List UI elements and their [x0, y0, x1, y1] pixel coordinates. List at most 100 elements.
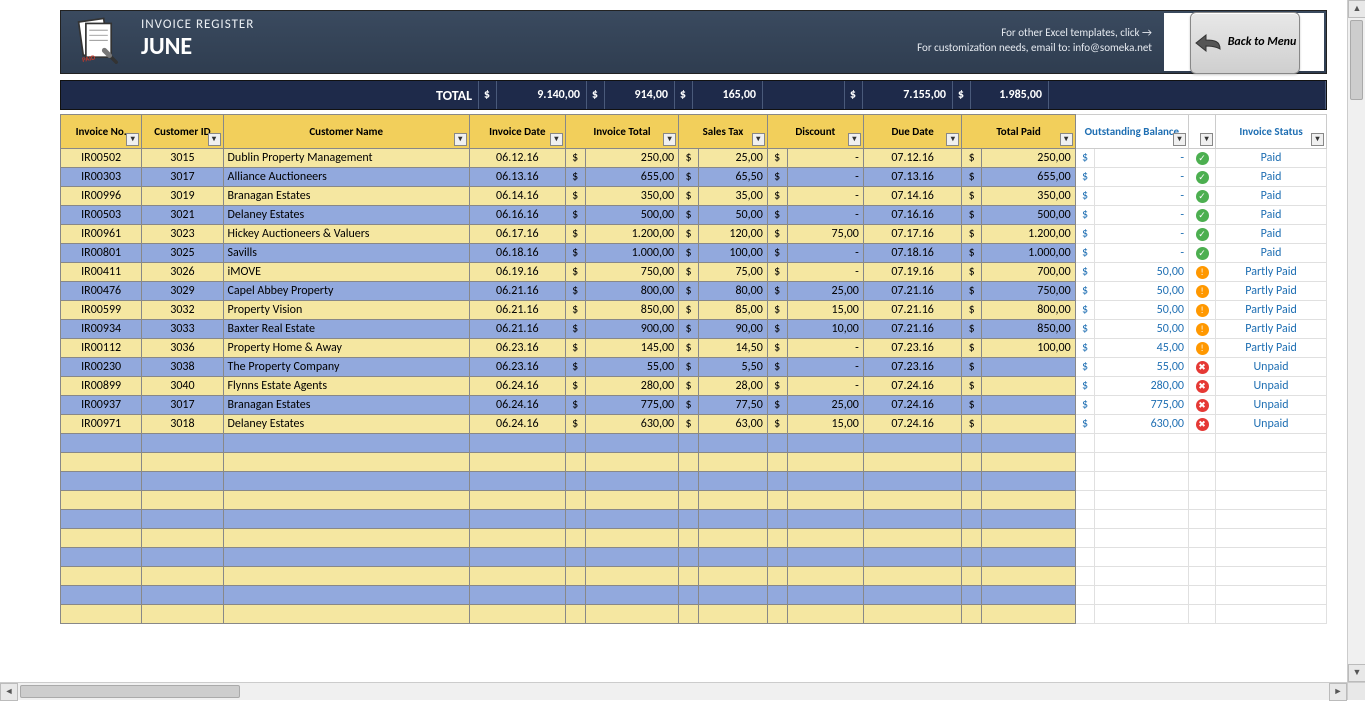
cell-customer-id[interactable]: 3019 — [142, 187, 223, 206]
cell-invoice-total[interactable]: 750,00 — [585, 263, 679, 282]
cell-total-paid[interactable]: 850,00 — [982, 320, 1076, 339]
cell-invoice-total[interactable]: 350,00 — [585, 187, 679, 206]
cell-due-date[interactable]: 07.13.16 — [863, 168, 962, 187]
cell-customer-name[interactable]: Baxter Real Estate — [223, 320, 469, 339]
cell-invoice-date[interactable]: 06.21.16 — [469, 320, 565, 339]
cell-invoice-date[interactable]: 06.18.16 — [469, 244, 565, 263]
cell-outstanding[interactable]: - — [1095, 149, 1189, 168]
cell-sales-tax[interactable]: 90,00 — [698, 320, 767, 339]
cell-customer-name[interactable]: Savills — [223, 244, 469, 263]
cell-invoice-no[interactable]: IR00996 — [61, 187, 142, 206]
col-customer-name[interactable]: Customer Name▾ — [223, 115, 469, 149]
cell-customer-name[interactable]: Branagan Estates — [223, 396, 469, 415]
table-row-empty[interactable] — [61, 586, 1327, 605]
filter-button[interactable]: ▾ — [208, 133, 221, 146]
cell-total-paid[interactable]: 100,00 — [982, 339, 1076, 358]
filter-button[interactable]: ▾ — [1173, 133, 1186, 146]
col-invoice-no[interactable]: Invoice No.▾ — [61, 115, 142, 149]
filter-button[interactable]: ▾ — [946, 133, 959, 146]
cell-outstanding[interactable]: - — [1095, 206, 1189, 225]
table-row[interactable]: IR002303038The Property Company06.23.16$… — [61, 358, 1327, 377]
cell-customer-id[interactable]: 3033 — [142, 320, 223, 339]
cell-discount[interactable]: - — [787, 206, 863, 225]
table-row-empty[interactable] — [61, 434, 1327, 453]
cell-sales-tax[interactable]: 85,00 — [698, 301, 767, 320]
cell-status[interactable]: Unpaid — [1216, 358, 1327, 377]
col-invoice-total[interactable]: Invoice Total▾ — [565, 115, 678, 149]
cell-due-date[interactable]: 07.12.16 — [863, 149, 962, 168]
cell-status[interactable]: Unpaid — [1216, 377, 1327, 396]
cell-customer-name[interactable]: Branagan Estates — [223, 187, 469, 206]
table-row[interactable]: IR008013025Savills06.18.16$1.000,00$100,… — [61, 244, 1327, 263]
cell-due-date[interactable]: 07.24.16 — [863, 377, 962, 396]
cell-due-date[interactable]: 07.19.16 — [863, 263, 962, 282]
cell-invoice-date[interactable]: 06.19.16 — [469, 263, 565, 282]
cell-status[interactable]: Paid — [1216, 187, 1327, 206]
col-total-paid[interactable]: Total Paid▾ — [962, 115, 1075, 149]
cell-customer-id[interactable]: 3029 — [142, 282, 223, 301]
table-row[interactable]: IR005023015Dublin Property Management06.… — [61, 149, 1327, 168]
scroll-thumb[interactable] — [20, 685, 240, 698]
cell-due-date[interactable]: 07.24.16 — [863, 415, 962, 434]
cell-invoice-date[interactable]: 06.24.16 — [469, 377, 565, 396]
table-row-empty[interactable] — [61, 510, 1327, 529]
filter-button[interactable]: ▾ — [1060, 133, 1073, 146]
cell-total-paid[interactable]: 250,00 — [982, 149, 1076, 168]
cell-sales-tax[interactable]: 50,00 — [698, 206, 767, 225]
cell-sales-tax[interactable]: 77,50 — [698, 396, 767, 415]
cell-outstanding[interactable]: - — [1095, 225, 1189, 244]
cell-customer-name[interactable]: Property Vision — [223, 301, 469, 320]
cell-customer-id[interactable]: 3025 — [142, 244, 223, 263]
cell-status[interactable]: Partly Paid — [1216, 301, 1327, 320]
cell-invoice-total[interactable]: 55,00 — [585, 358, 679, 377]
cell-discount[interactable]: - — [787, 358, 863, 377]
cell-due-date[interactable]: 07.23.16 — [863, 358, 962, 377]
table-row[interactable]: IR009963019Branagan Estates06.14.16$350,… — [61, 187, 1327, 206]
table-row[interactable]: IR004763029Capel Abbey Property06.21.16$… — [61, 282, 1327, 301]
cell-invoice-date[interactable]: 06.14.16 — [469, 187, 565, 206]
cell-invoice-total[interactable]: 775,00 — [585, 396, 679, 415]
filter-button[interactable]: ▾ — [663, 133, 676, 146]
cell-outstanding[interactable]: 50,00 — [1095, 320, 1189, 339]
cell-invoice-date[interactable]: 06.17.16 — [469, 225, 565, 244]
back-to-menu-button[interactable]: Back to Menu — [1190, 12, 1300, 74]
cell-outstanding[interactable]: - — [1095, 244, 1189, 263]
cell-sales-tax[interactable]: 5,50 — [698, 358, 767, 377]
cell-status[interactable]: Partly Paid — [1216, 339, 1327, 358]
cell-discount[interactable]: - — [787, 339, 863, 358]
cell-discount[interactable]: - — [787, 187, 863, 206]
cell-customer-name[interactable]: Delaney Estates — [223, 415, 469, 434]
cell-invoice-date[interactable]: 06.13.16 — [469, 168, 565, 187]
cell-sales-tax[interactable]: 75,00 — [698, 263, 767, 282]
cell-invoice-total[interactable]: 145,00 — [585, 339, 679, 358]
cell-sales-tax[interactable]: 25,00 — [698, 149, 767, 168]
cell-invoice-no[interactable]: IR00502 — [61, 149, 142, 168]
cell-discount[interactable]: 15,00 — [787, 415, 863, 434]
table-row[interactable]: IR008993040Flynns Estate Agents06.24.16$… — [61, 377, 1327, 396]
scroll-down-button[interactable]: ▼ — [1348, 664, 1365, 682]
cell-status[interactable]: Unpaid — [1216, 415, 1327, 434]
table-row[interactable]: IR004113026iMOVE06.19.16$750,00$75,00$-0… — [61, 263, 1327, 282]
col-discount[interactable]: Discount▾ — [767, 115, 863, 149]
cell-invoice-total[interactable]: 1.000,00 — [585, 244, 679, 263]
cell-customer-id[interactable]: 3015 — [142, 149, 223, 168]
table-row-empty[interactable] — [61, 453, 1327, 472]
cell-status[interactable]: Partly Paid — [1216, 263, 1327, 282]
cell-total-paid[interactable]: 700,00 — [982, 263, 1076, 282]
cell-due-date[interactable]: 07.18.16 — [863, 244, 962, 263]
cell-discount[interactable]: - — [787, 168, 863, 187]
cell-customer-id[interactable]: 3040 — [142, 377, 223, 396]
cell-due-date[interactable]: 07.23.16 — [863, 339, 962, 358]
cell-customer-name[interactable]: Dublin Property Management — [223, 149, 469, 168]
cell-outstanding[interactable]: 630,00 — [1095, 415, 1189, 434]
cell-invoice-no[interactable]: IR00411 — [61, 263, 142, 282]
cell-customer-id[interactable]: 3038 — [142, 358, 223, 377]
cell-invoice-total[interactable]: 655,00 — [585, 168, 679, 187]
cell-invoice-no[interactable]: IR00961 — [61, 225, 142, 244]
cell-invoice-no[interactable]: IR00801 — [61, 244, 142, 263]
cell-invoice-no[interactable]: IR00599 — [61, 301, 142, 320]
cell-status[interactable]: Paid — [1216, 244, 1327, 263]
cell-invoice-no[interactable]: IR00971 — [61, 415, 142, 434]
cell-sales-tax[interactable]: 28,00 — [698, 377, 767, 396]
cell-invoice-date[interactable]: 06.21.16 — [469, 282, 565, 301]
